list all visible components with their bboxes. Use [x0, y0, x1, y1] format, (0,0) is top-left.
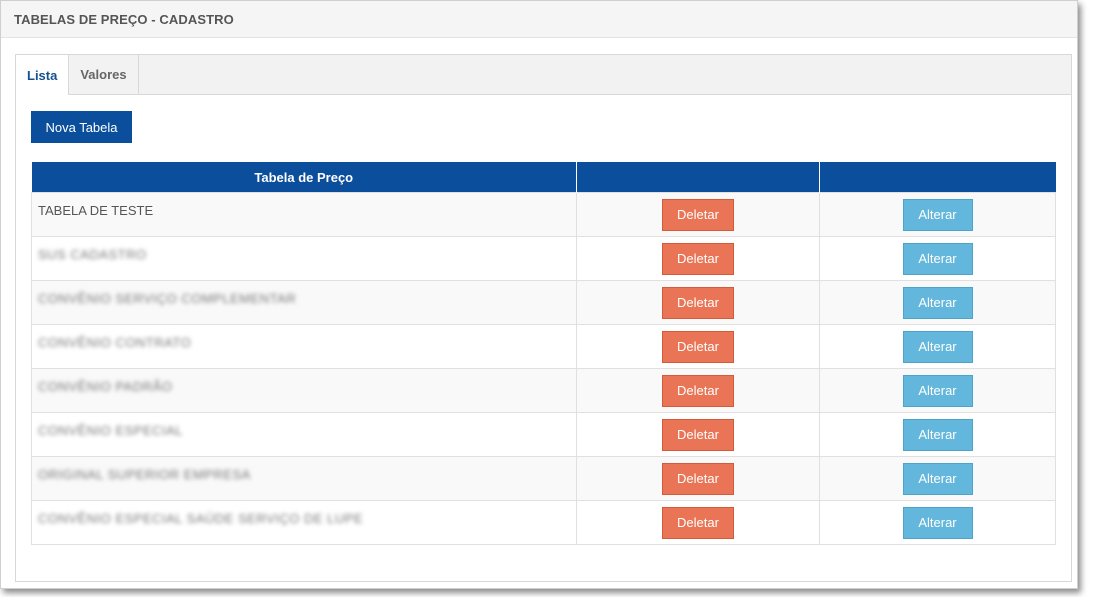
- row-edit-cell: Alterar: [819, 236, 1056, 281]
- content-panel: Lista Valores Nova Tabela Tabela de Preç…: [15, 54, 1072, 582]
- row-delete-cell: Deletar: [576, 412, 820, 457]
- row-edit-cell: Alterar: [819, 500, 1056, 545]
- table-row: CONVÊNIO CONTRATO Deletar Alterar: [31, 324, 1056, 369]
- row-delete-cell: Deletar: [576, 500, 820, 545]
- row-name-cell: TABELA DE TESTE: [31, 192, 577, 237]
- delete-button[interactable]: Deletar: [662, 330, 734, 363]
- row-name: CONVÊNIO ESPECIAL: [38, 423, 184, 438]
- page-header: TABELAS DE PREÇO - CADASTRO: [1, 1, 1077, 38]
- tab-lista[interactable]: Lista: [16, 55, 70, 95]
- row-name-cell: CONVÊNIO CONTRATO: [31, 324, 577, 369]
- table-row: CONVÊNIO SERVIÇO COMPLEMENTAR Deletar Al…: [31, 280, 1056, 325]
- row-name-cell: CONVÊNIO ESPECIAL: [31, 412, 577, 457]
- edit-button[interactable]: Alterar: [902, 462, 973, 495]
- row-name: CONVÊNIO PADRÃO: [38, 379, 173, 394]
- tab-bar: Lista Valores: [16, 55, 1071, 95]
- row-name-cell: ORIGINAL SUPERIOR EMPRESA: [31, 456, 577, 501]
- delete-button[interactable]: Deletar: [662, 374, 734, 407]
- row-name-cell: SUS CADASTRO: [31, 236, 577, 281]
- new-table-button[interactable]: Nova Tabela: [31, 111, 132, 143]
- edit-button[interactable]: Alterar: [902, 242, 973, 275]
- table-header-row: Tabela de Preço: [31, 162, 1056, 193]
- row-edit-cell: Alterar: [819, 280, 1056, 325]
- page-title: TABELAS DE PREÇO - CADASTRO: [14, 12, 234, 27]
- edit-button[interactable]: Alterar: [902, 198, 973, 231]
- column-header-edit: [819, 162, 1056, 193]
- delete-button[interactable]: Deletar: [662, 418, 734, 451]
- row-name: ORIGINAL SUPERIOR EMPRESA: [38, 467, 251, 482]
- row-name: CONVÊNIO ESPECIAL SAÚDE SERVIÇO DE LUPE: [38, 511, 364, 526]
- main-window: TABELAS DE PREÇO - CADASTRO Lista Valore…: [0, 0, 1078, 589]
- row-edit-cell: Alterar: [819, 192, 1056, 237]
- row-edit-cell: Alterar: [819, 456, 1056, 501]
- row-name: TABELA DE TESTE: [38, 203, 154, 218]
- row-delete-cell: Deletar: [576, 456, 820, 501]
- row-name: SUS CADASTRO: [38, 247, 147, 262]
- row-edit-cell: Alterar: [819, 324, 1056, 369]
- edit-button[interactable]: Alterar: [902, 506, 973, 539]
- column-header-delete: [576, 162, 820, 193]
- row-delete-cell: Deletar: [576, 192, 820, 237]
- row-name: CONVÊNIO SERVIÇO COMPLEMENTAR: [38, 291, 297, 306]
- table-row: CONVÊNIO PADRÃO Deletar Alterar: [31, 368, 1056, 413]
- edit-button[interactable]: Alterar: [902, 418, 973, 451]
- delete-button[interactable]: Deletar: [662, 242, 734, 275]
- column-header-price-table: Tabela de Preço: [31, 162, 577, 193]
- row-delete-cell: Deletar: [576, 324, 820, 369]
- row-edit-cell: Alterar: [819, 368, 1056, 413]
- row-delete-cell: Deletar: [576, 280, 820, 325]
- row-delete-cell: Deletar: [576, 368, 820, 413]
- delete-button[interactable]: Deletar: [662, 506, 734, 539]
- row-delete-cell: Deletar: [576, 236, 820, 281]
- table-row: TABELA DE TESTE Deletar Alterar: [31, 192, 1056, 237]
- row-name-cell: CONVÊNIO ESPECIAL SAÚDE SERVIÇO DE LUPE: [31, 500, 577, 545]
- table-row: ORIGINAL SUPERIOR EMPRESA Deletar Altera…: [31, 456, 1056, 501]
- table-row: CONVÊNIO ESPECIAL Deletar Alterar: [31, 412, 1056, 457]
- delete-button[interactable]: Deletar: [662, 198, 734, 231]
- edit-button[interactable]: Alterar: [902, 374, 973, 407]
- row-name-cell: CONVÊNIO PADRÃO: [31, 368, 577, 413]
- table-row: CONVÊNIO ESPECIAL SAÚDE SERVIÇO DE LUPE …: [31, 500, 1056, 545]
- delete-button[interactable]: Deletar: [662, 286, 734, 319]
- delete-button[interactable]: Deletar: [662, 462, 734, 495]
- price-table: Tabela de Preço TABELA DE TESTE Deletar …: [31, 162, 1056, 545]
- row-edit-cell: Alterar: [819, 412, 1056, 457]
- table-row: SUS CADASTRO Deletar Alterar: [31, 236, 1056, 281]
- row-name-cell: CONVÊNIO SERVIÇO COMPLEMENTAR: [31, 280, 577, 325]
- row-name: CONVÊNIO CONTRATO: [38, 335, 192, 350]
- edit-button[interactable]: Alterar: [902, 330, 973, 363]
- edit-button[interactable]: Alterar: [902, 286, 973, 319]
- tab-valores[interactable]: Valores: [69, 55, 139, 94]
